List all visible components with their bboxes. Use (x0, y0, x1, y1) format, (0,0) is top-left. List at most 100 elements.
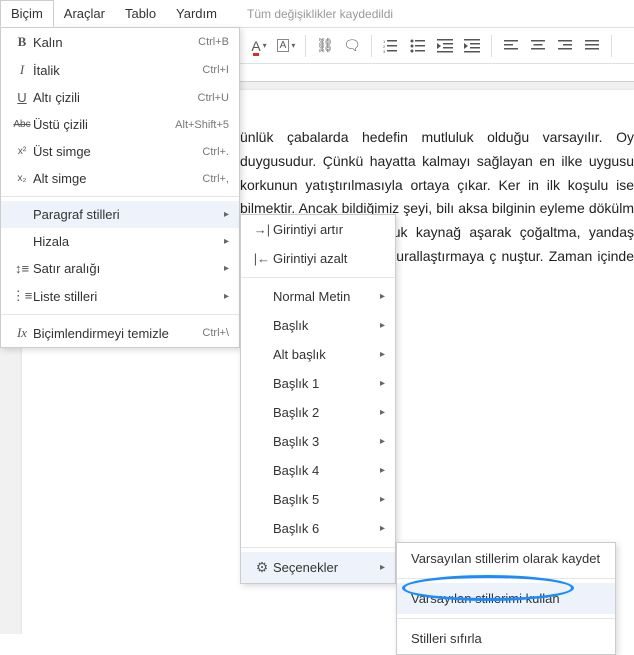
format-menu-item[interactable]: UAltı çiziliCtrl+U (1, 84, 239, 111)
paragraph-style-item[interactable]: Alt başlık▸ (241, 340, 395, 369)
menu-item-label: İtalik (33, 63, 202, 78)
submenu-arrow-icon: ▸ (380, 407, 385, 418)
format-menu-item[interactable]: ⋮≡Liste stilleri ▸ (1, 282, 239, 310)
menu-help[interactable]: Yardım (166, 1, 227, 26)
format-menu-item[interactable]: AbcÜstü çiziliAlt+Shift+5 (1, 111, 239, 138)
increase-indent-button[interactable] (459, 33, 485, 59)
menu-shortcut: Ctrl+I (202, 64, 229, 76)
menu-format[interactable]: Biçim (0, 0, 54, 27)
highlight-color-button[interactable]: A ▾ (273, 33, 299, 59)
submenu-arrow-icon: ▸ (224, 209, 229, 220)
align-left-button[interactable] (498, 33, 524, 59)
menu-item-label: Hizala (33, 234, 218, 249)
menu-item-label: Başlık (273, 318, 380, 333)
submenu-arrow-icon: ▸ (380, 349, 385, 360)
format-menu-item[interactable]: ↕≡Satır aralığı▸ (1, 255, 239, 282)
ruler[interactable] (240, 64, 634, 82)
menu-shortcut: Ctrl+, (202, 173, 229, 185)
options-menu-item[interactable]: Stilleri sıfırla (397, 623, 615, 654)
menu-item-icon: →| (251, 222, 273, 237)
numbered-list-button[interactable]: 123 (378, 33, 404, 59)
submenu-arrow-icon: ▸ (224, 291, 229, 302)
format-menu-item[interactable]: Hizala ▸ (1, 228, 239, 255)
menu-item-label: Satır aralığı (33, 261, 218, 276)
menu-item-icon: B (11, 34, 33, 50)
menu-shortcut: Ctrl+B (198, 36, 229, 48)
menu-item-icon: x₂ (11, 173, 33, 184)
menu-item-label: Alt simge (33, 171, 202, 186)
align-right-button[interactable] (552, 33, 578, 59)
format-menu-item[interactable]: x²Üst simgeCtrl+. (1, 138, 239, 165)
paragraph-style-item[interactable]: Başlık 5▸ (241, 485, 395, 514)
submenu-arrow-icon: ▸ (380, 562, 385, 573)
align-center-button[interactable] (525, 33, 551, 59)
submenu-arrow-icon: ▸ (380, 523, 385, 534)
paragraph-style-item[interactable]: |←Girintiyi azalt (241, 244, 395, 273)
insert-comment-button[interactable]: 🗨 (339, 33, 365, 59)
format-menu-item[interactable]: Paragraf stilleri ▸ (1, 201, 239, 228)
svg-text:3: 3 (383, 49, 386, 53)
submenu-arrow-icon: ▸ (380, 494, 385, 505)
options-menu-item[interactable]: Varsayılan stillerim olarak kaydet (397, 543, 615, 574)
menubar: Biçim Araçlar Tablo Yardım Tüm değişikli… (0, 0, 634, 28)
menu-item-label: Biçimlendirmeyi temizle (33, 326, 202, 341)
menu-shortcut: Alt+Shift+5 (175, 119, 229, 131)
paragraph-style-item[interactable]: Başlık 3▸ (241, 427, 395, 456)
menu-item-label: Paragraf stilleri (33, 207, 218, 222)
paragraph-style-item[interactable]: Başlık▸ (241, 311, 395, 340)
options-menu-item[interactable]: Varsayılan stillerimi kullan (397, 583, 615, 614)
paragraph-style-item[interactable]: ⚙Seçenekler▸ (241, 552, 395, 583)
menu-item-label: Başlık 3 (273, 434, 380, 449)
paragraph-style-item[interactable]: Normal Metin▸ (241, 282, 395, 311)
menu-tools[interactable]: Araçlar (54, 1, 115, 26)
format-menu-item[interactable]: BKalınCtrl+B (1, 28, 239, 56)
menu-item-label: Alt başlık (273, 347, 380, 362)
menu-item-label: Üst simge (33, 144, 202, 159)
submenu-arrow-icon: ▸ (224, 263, 229, 274)
paragraph-style-item[interactable]: Başlık 2▸ (241, 398, 395, 427)
submenu-arrow-icon: ▸ (380, 320, 385, 331)
format-menu-item[interactable]: x₂Alt simgeCtrl+, (1, 165, 239, 192)
menu-shortcut: Ctrl+. (202, 146, 229, 158)
text-color-button[interactable]: A ▾ (246, 33, 272, 59)
align-justify-button[interactable] (579, 33, 605, 59)
menu-shortcut: Ctrl+U (198, 92, 229, 104)
paragraph-style-item[interactable]: Başlık 4▸ (241, 456, 395, 485)
menu-item-label: Girintiyi azalt (273, 251, 385, 266)
menu-item-label: Normal Metin (273, 289, 380, 304)
paragraph-style-item[interactable]: Başlık 1▸ (241, 369, 395, 398)
menu-item-label: Üstü çizili (33, 117, 175, 132)
menu-item-label: Başlık 2 (273, 405, 380, 420)
menu-item-icon: ⚙ (251, 559, 273, 576)
menu-item-label: Başlık 1 (273, 376, 380, 391)
menu-item-icon: Abc (11, 119, 33, 130)
menu-item-label: Başlık 4 (273, 463, 380, 478)
menu-item-label: Liste stilleri (33, 289, 218, 304)
menu-table[interactable]: Tablo (115, 1, 166, 26)
menu-item-icon: U (11, 90, 33, 105)
submenu-arrow-icon: ▸ (224, 236, 229, 247)
format-menu-item[interactable]: IİtalikCtrl+I (1, 56, 239, 84)
format-menu-dropdown: BKalınCtrl+BIİtalikCtrl+IUAltı çiziliCtr… (0, 27, 240, 348)
submenu-arrow-icon: ▸ (380, 378, 385, 389)
toolbar: A ▾ A ▾ ⛓ 🗨 123 (240, 28, 634, 64)
menu-item-icon: ⋮≡ (11, 288, 33, 304)
menu-item-icon: |← (251, 251, 273, 266)
insert-link-button[interactable]: ⛓ (312, 33, 338, 59)
menu-item-label: Başlık 6 (273, 521, 380, 536)
menu-item-label: Altı çizili (33, 90, 198, 105)
menu-item-icon: x² (11, 146, 33, 157)
menu-item-label: Kalın (33, 35, 198, 50)
format-menu-item[interactable]: IxBiçimlendirmeyi temizleCtrl+\ (1, 319, 239, 347)
submenu-arrow-icon: ▸ (380, 436, 385, 447)
menu-item-label: Başlık 5 (273, 492, 380, 507)
menu-item-icon: I (11, 62, 33, 78)
paragraph-style-item[interactable]: Başlık 6▸ (241, 514, 395, 543)
menu-item-icon: Ix (11, 325, 33, 341)
bulleted-list-button[interactable] (405, 33, 431, 59)
save-status: Tüm değişiklikler kaydedildi (247, 7, 393, 21)
paragraph-style-item[interactable]: →|Girintiyi artır (241, 215, 395, 244)
menu-shortcut: Ctrl+\ (202, 327, 229, 339)
decrease-indent-button[interactable] (432, 33, 458, 59)
menu-item-label: Seçenekler (273, 560, 380, 575)
